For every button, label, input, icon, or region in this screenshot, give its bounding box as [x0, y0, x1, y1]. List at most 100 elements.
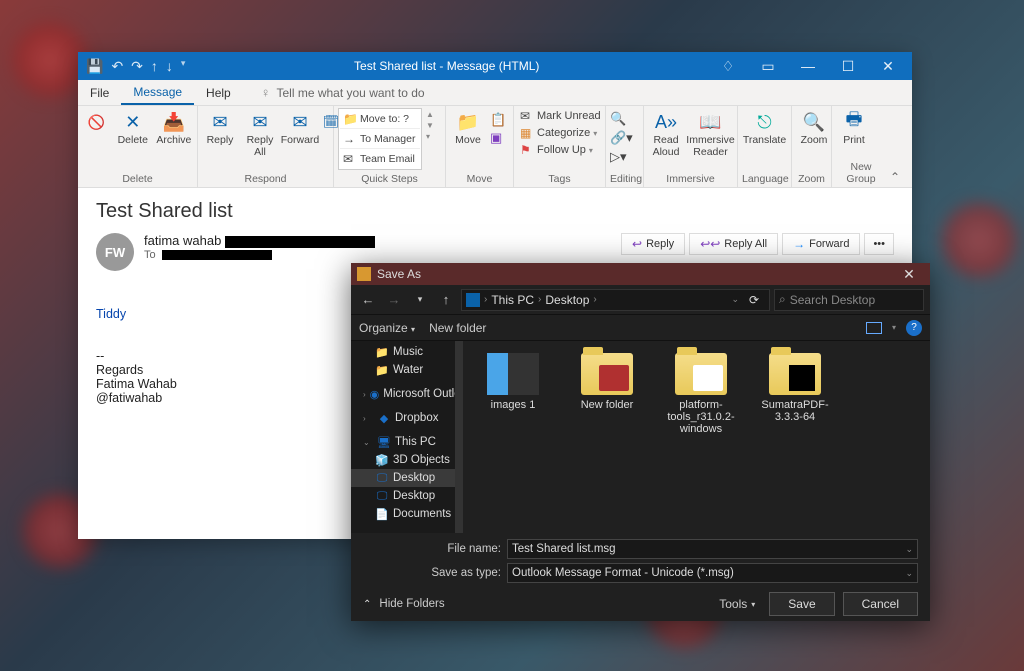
- message-actions: ↩Reply ↩↩Reply All →Forward •••: [621, 233, 894, 255]
- qat-more-icon[interactable]: ▾: [181, 58, 186, 75]
- tree-music[interactable]: 📁Music: [351, 343, 463, 361]
- qs-down-icon[interactable]: ▼: [426, 121, 434, 130]
- action-reply-all[interactable]: ↩↩Reply All: [689, 233, 778, 255]
- zoom-button[interactable]: 🔍Zoom: [796, 108, 832, 149]
- breadcrumb-dropdown-icon[interactable]: ⌄: [731, 294, 739, 305]
- saveas-form: File name: Test Shared list.msg⌄ Save as…: [351, 533, 930, 587]
- tools-button[interactable]: Tools▾: [713, 593, 761, 615]
- undo-icon[interactable]: ↶: [111, 58, 123, 75]
- up-icon[interactable]: ↑: [151, 58, 158, 75]
- group-editing: Editing: [610, 172, 639, 187]
- tree-thispc[interactable]: ⌄🖥This PC: [351, 433, 463, 451]
- related-icon[interactable]: 🔗▾: [610, 130, 633, 146]
- organize-button[interactable]: Organize ▾: [359, 321, 415, 335]
- save-button[interactable]: Save: [769, 592, 834, 616]
- minimize-icon[interactable]: —: [788, 58, 828, 75]
- nav-up-icon[interactable]: ↑: [435, 292, 457, 307]
- saveastype-label: Save as type:: [421, 567, 501, 579]
- addons-icon[interactable]: ♢: [708, 58, 748, 75]
- select-icon[interactable]: ▷▾: [610, 149, 633, 165]
- file-sumatrapdf[interactable]: SumatraPDF-3.3.3-64: [753, 353, 837, 423]
- tree-outlook[interactable]: ›◉Microsoft Outlook: [351, 385, 463, 403]
- message-subject: Test Shared list: [96, 200, 894, 223]
- cancel-button[interactable]: Cancel: [843, 592, 918, 616]
- help-icon[interactable]: ?: [906, 320, 922, 336]
- file-list: images 1 New folder platform-tools_r31.0…: [463, 341, 930, 533]
- action-more[interactable]: •••: [864, 233, 894, 255]
- move-button[interactable]: 📁Move: [450, 108, 486, 149]
- save-icon[interactable]: 💾: [86, 58, 103, 75]
- find-icon[interactable]: 🔍: [610, 111, 633, 127]
- saveas-navbar: ← → ▾ ↑ › This PC › Desktop › ⌄ ⟳ ⌕ Sear…: [351, 285, 930, 315]
- refresh-icon[interactable]: ⟳: [743, 293, 765, 307]
- filename-input[interactable]: Test Shared list.msg⌄: [507, 539, 918, 559]
- print-button[interactable]: 🖶Print: [836, 108, 872, 149]
- ignore-button[interactable]: 🚫: [82, 108, 111, 136]
- delete-button[interactable]: ✕Delete: [115, 108, 151, 149]
- chevron-up-icon[interactable]: ⌃: [363, 599, 371, 610]
- newfolder-button[interactable]: New folder: [429, 321, 486, 335]
- redo-icon[interactable]: ↷: [131, 58, 143, 75]
- qs-up-icon[interactable]: ▲: [426, 110, 434, 119]
- saveas-close-icon[interactable]: ✕: [894, 266, 924, 283]
- menubar: File Message Help ♀ Tell me what you wan…: [78, 80, 912, 106]
- reply-button[interactable]: ✉Reply: [202, 108, 238, 149]
- tree-dropbox[interactable]: ›◆Dropbox: [351, 409, 463, 427]
- tree-documents[interactable]: 📄Documents: [351, 505, 463, 523]
- group-quicksteps: Quick Steps: [338, 172, 441, 187]
- forward-button[interactable]: ✉Forward: [282, 108, 318, 149]
- file-images1[interactable]: images 1: [471, 353, 555, 411]
- followup-button[interactable]: ⚑Follow Up▾: [518, 142, 603, 158]
- saveas-titlebar: Save As ✕: [351, 263, 930, 285]
- tell-me-input[interactable]: Tell me what you want to do: [270, 86, 424, 100]
- window-title: Test Shared list - Message (HTML): [185, 59, 708, 73]
- onenote-icon[interactable]: ▣: [490, 130, 506, 146]
- reply-all-button[interactable]: ✉Reply All: [242, 108, 278, 160]
- nav-forward-icon[interactable]: →: [383, 292, 405, 307]
- close-icon[interactable]: ✕: [868, 58, 908, 75]
- group-respond: Respond: [202, 172, 329, 187]
- nav-recent-icon[interactable]: ▾: [409, 294, 431, 305]
- titlebar: 💾 ↶ ↷ ↑ ↓ ▾ Test Shared list - Message (…: [78, 52, 912, 80]
- view-icon[interactable]: [866, 322, 882, 334]
- saveas-title: Save As: [377, 267, 421, 281]
- down-icon[interactable]: ↓: [166, 58, 173, 75]
- rules-icon[interactable]: 📋: [490, 112, 506, 128]
- envelope-icon: [357, 267, 371, 281]
- collapse-ribbon-icon[interactable]: ⌃: [890, 170, 906, 186]
- ribbon-options-icon[interactable]: ▭: [748, 58, 788, 75]
- maximize-icon[interactable]: ☐: [828, 58, 868, 75]
- nav-back-icon[interactable]: ←: [357, 292, 379, 307]
- tree-desktop[interactable]: 🖵Desktop: [351, 487, 463, 505]
- menu-file[interactable]: File: [78, 80, 121, 105]
- read-aloud-button[interactable]: A»Read Aloud: [648, 108, 684, 160]
- breadcrumb[interactable]: › This PC › Desktop › ⌄ ⟳: [461, 289, 770, 311]
- quick-access-toolbar: 💾 ↶ ↷ ↑ ↓ ▾: [82, 58, 185, 75]
- menu-help[interactable]: Help: [194, 80, 243, 105]
- tree-water[interactable]: 📁Water: [351, 361, 463, 379]
- group-immersive: Immersive: [648, 172, 733, 187]
- tree-3dobjects[interactable]: 🧊3D Objects: [351, 451, 463, 469]
- hide-folders-button[interactable]: Hide Folders: [379, 598, 444, 610]
- saveas-search[interactable]: ⌕ Search Desktop: [774, 289, 924, 311]
- quick-steps-gallery[interactable]: 📁Move to: ? →To Manager ✉Team Email: [338, 108, 422, 170]
- archive-button[interactable]: 📥Archive: [155, 108, 193, 149]
- group-tags: Tags: [518, 172, 601, 187]
- categorize-button[interactable]: ▦Categorize▾: [518, 125, 603, 141]
- mark-unread-button[interactable]: ✉Mark Unread: [518, 108, 603, 124]
- lightbulb-icon: ♀: [243, 85, 271, 100]
- message-from: fatima wahab: [144, 233, 375, 248]
- saveastype-select[interactable]: Outlook Message Format - Unicode (*.msg)…: [507, 563, 918, 583]
- ribbon: 🚫 ✕Delete 📥Archive Delete ✉Reply ✉Reply …: [78, 106, 912, 188]
- file-newfolder[interactable]: New folder: [565, 353, 649, 411]
- translate-button[interactable]: ⎋Translate: [742, 108, 787, 149]
- action-forward[interactable]: →Forward: [782, 233, 860, 255]
- group-language: Language: [742, 172, 787, 187]
- menu-message[interactable]: Message: [121, 80, 194, 105]
- qs-more-icon[interactable]: ▾: [426, 132, 434, 141]
- tree-desktop-selected[interactable]: 🖵Desktop: [351, 469, 463, 487]
- action-reply[interactable]: ↩Reply: [621, 233, 685, 255]
- file-platformtools[interactable]: platform-tools_r31.0.2-windows: [659, 353, 743, 435]
- body-link[interactable]: Tiddy: [96, 307, 126, 321]
- immersive-reader-button[interactable]: 📖Immersive Reader: [688, 108, 733, 160]
